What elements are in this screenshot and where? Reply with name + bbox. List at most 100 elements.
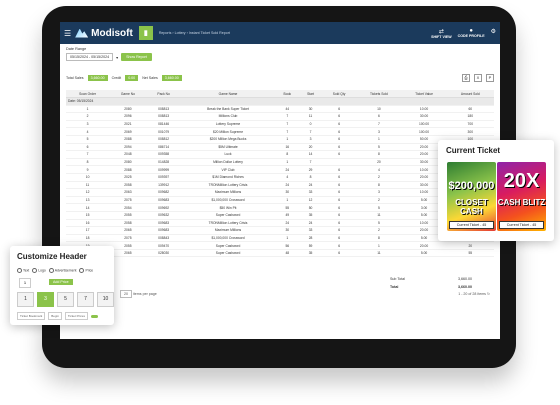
column-header[interactable]: Start	[299, 90, 322, 98]
table-cell: 4	[356, 165, 402, 174]
table-cell: 6	[321, 196, 357, 205]
net-sales-label: Net Sales	[142, 76, 158, 80]
column-header[interactable]: Sold Qty	[321, 90, 357, 98]
subtotal-label: Sub Total	[390, 277, 405, 281]
table-row[interactable]: 152055009632Super Cashword49356115.0055	[66, 211, 494, 220]
option-advertisement-radio[interactable]: Advertisement	[49, 268, 77, 273]
table-cell: 6	[356, 112, 402, 121]
ticket-label: Current Ticket - 45	[449, 221, 494, 229]
navbar-actions: ⇄ SHIFT VIEW ● CODE PROFILE ⚙	[431, 28, 496, 39]
table-row[interactable]: 16 2058 009683 TRONMillion Lottery Crisis 24…	[66, 219, 494, 228]
table-cell: 0	[299, 120, 322, 129]
table-cell: Break the Bank Super Ticket	[180, 105, 276, 114]
ticket-headline: 20X	[503, 170, 540, 192]
table-cell: 24	[275, 165, 300, 174]
code-profile-button[interactable]: ● CODE PROFILE	[458, 28, 485, 39]
table-row[interactable]: 4 2069 001079 $20 Million Supreme 7 7 6 3 100.00…	[66, 127, 494, 136]
table-cell: 33	[299, 188, 322, 197]
column-header[interactable]: Amount Sold	[446, 90, 494, 98]
table-cell: 008812	[146, 135, 181, 144]
print-icon[interactable]: ⎙	[462, 74, 470, 82]
table-cell: 6	[321, 150, 357, 159]
settings-button[interactable]: ⚙	[491, 28, 496, 39]
column-header[interactable]: Game No	[109, 90, 147, 98]
table-row[interactable]: 62094086714$5M Ultimate16206520.0080	[66, 143, 494, 152]
table-cell: 7	[299, 158, 322, 167]
table-cell: 14	[299, 150, 322, 159]
table-cell: 2075	[109, 234, 147, 243]
ticket-prices-field[interactable]: Ticket Prices	[64, 312, 88, 320]
toggle-switch[interactable]	[90, 314, 98, 318]
calendar-icon[interactable]: ▾	[116, 55, 118, 60]
group-row[interactable]: Date: 05/15/2024	[66, 97, 494, 106]
table-cell: 2055	[109, 241, 147, 250]
table-row[interactable]: 202065028030Super Cashword48356115.0055	[66, 249, 494, 258]
table-cell: $1,000,000 Crossword	[180, 196, 276, 205]
excel-icon[interactable]: X	[474, 74, 482, 82]
show-report-button[interactable]: Show Report	[121, 53, 152, 61]
ticket-image-1[interactable]: $200,000 CLOSET CASH Current Ticket - 45	[447, 162, 496, 231]
table-cell: 5	[66, 135, 110, 144]
breadcrumb[interactable]: Reports › Lottery › Instant Ticket Sold …	[159, 31, 230, 35]
column-header[interactable]: Ticket Value	[401, 90, 447, 98]
table-row[interactable]: 122063009682Maximum Millions30336310.003…	[66, 188, 494, 197]
table-cell: Maximum Millions	[180, 188, 276, 197]
date-range-input[interactable]: 05/15/2024 - 05/15/2024	[66, 53, 114, 61]
refresh-icon[interactable]: ↻	[487, 292, 490, 296]
table-cell: 12	[299, 196, 322, 205]
table-cell: 6	[66, 143, 110, 152]
denomination-7[interactable]: 7	[77, 292, 94, 307]
table-cell: 55	[446, 249, 494, 258]
table-row[interactable]: 72048009358Luck8146820.00160	[66, 150, 494, 159]
table-header-row: Scan Order Game No Pack No Game Name Book Sta…	[66, 90, 494, 98]
ticket-image-2[interactable]: 20X CASH BLITZ Current Ticket - 45	[497, 162, 546, 231]
table-row[interactable]: 172065009683Maximum Millions30336220.004…	[66, 226, 494, 235]
denomination-10[interactable]: 10	[97, 292, 114, 307]
column-header[interactable]: Book	[275, 90, 300, 98]
pdf-icon[interactable]: P	[486, 74, 494, 82]
table-row[interactable]: 92088009999VIP Club24296410.0040	[66, 165, 494, 174]
column-header[interactable]: Tickets Sold	[356, 90, 402, 98]
page-size-select[interactable]: 20	[120, 290, 132, 298]
add-price-button[interactable]: Add Price	[49, 279, 73, 285]
qty-input[interactable]: 1	[19, 278, 31, 288]
table-cell: TRONMillion Lottery Crisis	[180, 219, 276, 228]
ticket-bookmark-field[interactable]: Ticket Bookmark	[17, 312, 46, 320]
menu-icon[interactable]: ☰	[64, 29, 71, 38]
option-text-radio[interactable]: Text	[17, 268, 29, 273]
denomination-5[interactable]: 5	[57, 292, 74, 307]
table-row[interactable]: 8 2080 014828 Million Dollar Lottery 1 7 20 30.…	[66, 158, 494, 167]
table-cell: 008813	[146, 105, 181, 114]
option-logo-radio[interactable]: Logo	[32, 268, 46, 273]
column-header[interactable]: Scan Order	[66, 90, 110, 98]
table-row[interactable]: 18 2075 008843 $1,000,000 Crossword 1 28 6 8 5.0…	[66, 234, 494, 243]
table-row[interactable]: 192055009470Super Cashword56596120.0020	[66, 241, 494, 250]
table-row[interactable]: 3 2021 081446 Lottery Supreme 7 0 6 7 100.00 700	[66, 120, 494, 129]
table-cell: 2080	[109, 105, 147, 114]
table-row[interactable]: 2 2096 008813 Millions Club 7 11 6 6 30.00 180	[66, 112, 494, 121]
store-badge[interactable]: ▮	[138, 26, 153, 40]
table-row[interactable]: 11 2058 139912 TRONMillion Lottery Crisis 24…	[66, 181, 494, 190]
table-cell: 24	[299, 219, 322, 228]
column-header[interactable]: Game Name	[180, 90, 276, 98]
table-cell: 12	[66, 188, 110, 197]
denomination-1[interactable]: 1	[17, 292, 34, 307]
table-row[interactable]: 102025009397$1M Diamond Riches486220.004…	[66, 173, 494, 182]
app-logo[interactable]: Modisoft	[75, 28, 133, 39]
table-cell: 009692	[146, 203, 181, 212]
table-cell: 4	[66, 127, 110, 136]
table-cell: 3	[356, 127, 402, 136]
table-cell: 6	[321, 188, 357, 197]
denomination-3[interactable]: 3	[37, 292, 54, 307]
table-cell: 7	[275, 127, 300, 136]
column-header[interactable]: Pack No	[146, 90, 181, 98]
table-row[interactable]: 13 2075 009683 $1,000,000 Crossword 1 12 6 2 5.0…	[66, 196, 494, 205]
ticket-sold-table: Scan Order Game No Pack No Game Name Book Sta…	[66, 90, 494, 258]
table-row[interactable]: 142054009692$50 Win Pit5550653.0015	[66, 203, 494, 212]
table-row[interactable]: 5 2088 008812 $200 Million Mega Bucks 1 3 6 1 50…	[66, 135, 494, 144]
option-price-radio[interactable]: Price	[79, 268, 93, 273]
begin-field[interactable]: Begin	[48, 312, 62, 320]
shift-view-button[interactable]: ⇄ SHIFT VIEW	[431, 28, 452, 39]
table-row[interactable]: 1 2080 008813 Break the Bank Super Ticket 44…	[66, 105, 494, 114]
table-cell: 35	[299, 211, 322, 220]
